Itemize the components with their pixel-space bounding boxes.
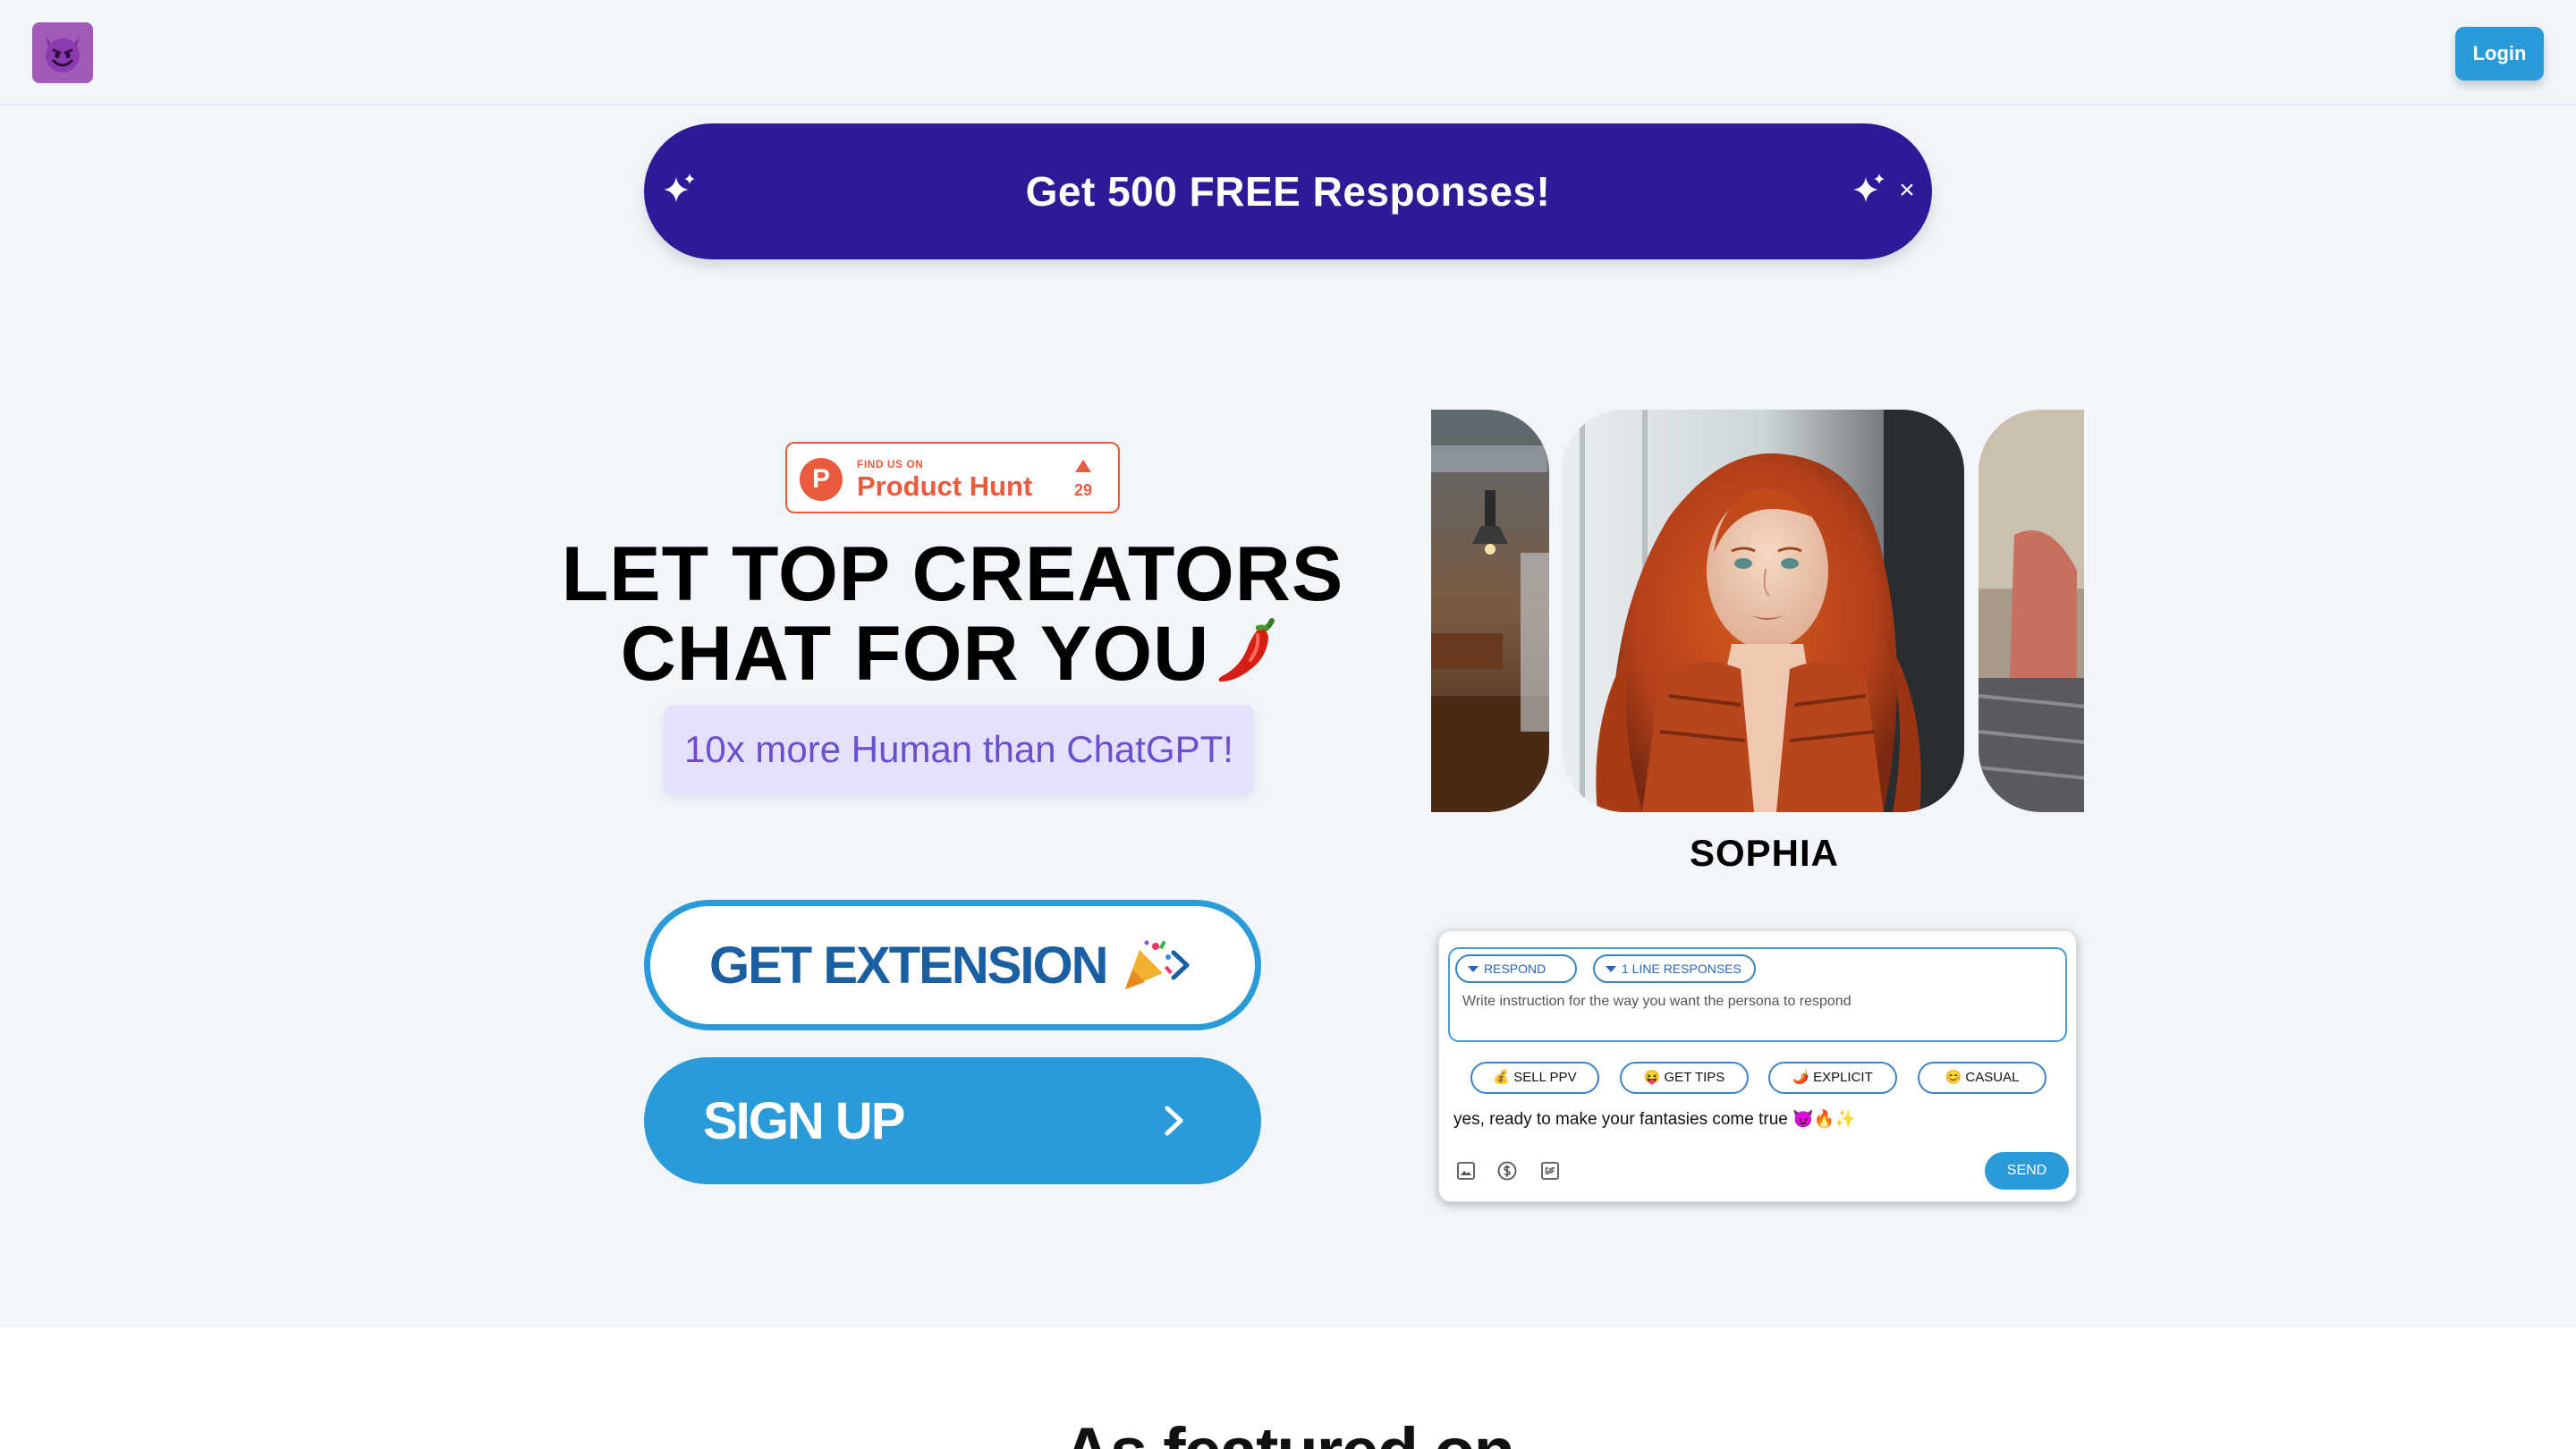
instruction-box[interactable]: RESPOND 1 LINE RESPONSES Write instructi… [1448,947,2067,1042]
upvote-count: 29 [1073,481,1093,499]
sparkles-icon [1853,174,1885,202]
promo-text: Get 500 FREE Responses! [1025,168,1551,215]
featured-title: As featured on [0,1413,2576,1449]
message-text[interactable]: yes, ready to make your fantasies come t… [1453,1108,1856,1130]
respond-dropdown[interactable]: RESPOND [1455,954,1577,983]
dollar-icon[interactable] [1496,1160,1518,1182]
product-hunt-name: Product Hunt [857,470,1033,502]
upvote-arrow-icon [1075,460,1091,472]
sign-up-label: SIGN UP [703,1091,905,1150]
close-icon[interactable]: × [1892,175,1922,206]
get-extension-label-wrap: GET EXTENSION [709,906,1175,1024]
product-hunt-logo-icon: P [800,458,843,501]
tag-get-tips[interactable]: 😝 GET TIPS [1620,1062,1749,1094]
featured-section: As featured on [0,1327,2576,1449]
respond-dropdown-label: RESPOND [1484,962,1546,976]
logo[interactable] [32,22,93,83]
bedroom-image [1979,410,2084,812]
tag-casual[interactable]: 😊 CASUAL [1918,1062,2046,1094]
get-extension-button[interactable]: GET EXTENSION [644,900,1261,1030]
instruction-input[interactable]: Write instruction for the way you want t… [1462,994,1852,1010]
chili-pepper-icon [1218,618,1275,682]
tag-explicit[interactable]: 🌶️ EXPLICIT [1768,1062,1897,1094]
send-button[interactable]: SEND [1985,1152,2069,1190]
response-length-dropdown[interactable]: 1 LINE RESPONSES [1593,954,1756,983]
hero-title: LET TOP CREATORS CHAT FOR YOU [465,531,1440,692]
chevron-right-icon [1171,950,1190,980]
tag-sell-ppv[interactable]: 💰 SELL PPV [1470,1062,1599,1094]
product-hunt-find-label: FIND US ON [857,458,924,470]
hero-title-line2: CHAT FOR YOU [620,611,1210,697]
persona-photo-sophia[interactable] [1562,410,1964,812]
hero-title-line1: LET TOP CREATORS [561,531,1344,617]
dropdown-caret-icon [1468,966,1479,972]
product-hunt-badge[interactable]: P FIND US ON Product Hunt 29 [785,442,1120,513]
image-icon[interactable] [1455,1160,1477,1182]
chat-response-widget: RESPOND 1 LINE RESPONSES Write instructi… [1438,930,2077,1202]
persona-photo-next[interactable] [1979,410,2084,812]
sophia-portrait-image [1562,410,1964,812]
get-extension-label: GET EXTENSION [709,936,1109,995]
smiling-devil-icon [46,36,80,72]
dropdown-caret-icon [1606,966,1616,972]
persona-name: SOPHIA [1689,832,1840,874]
gif-icon[interactable] [1539,1160,1561,1182]
response-length-label: 1 LINE RESPONSES [1622,962,1741,976]
promo-banner[interactable]: Get 500 FREE Responses! × [644,123,1932,259]
sign-up-button[interactable]: SIGN UP [644,1057,1261,1184]
persona-photo-previous[interactable] [1431,410,1549,812]
persona-carousel[interactable] [1431,410,2084,812]
site-header: Login [0,0,2576,106]
hero-title-line2-wrap: CHAT FOR YOU [465,612,1440,692]
cafe-interior-image [1431,410,1549,812]
login-button[interactable]: Login [2455,27,2544,80]
chevron-right-icon [1165,1106,1183,1136]
hero-subtitle: 10x more Human than ChatGPT! [664,705,1254,794]
